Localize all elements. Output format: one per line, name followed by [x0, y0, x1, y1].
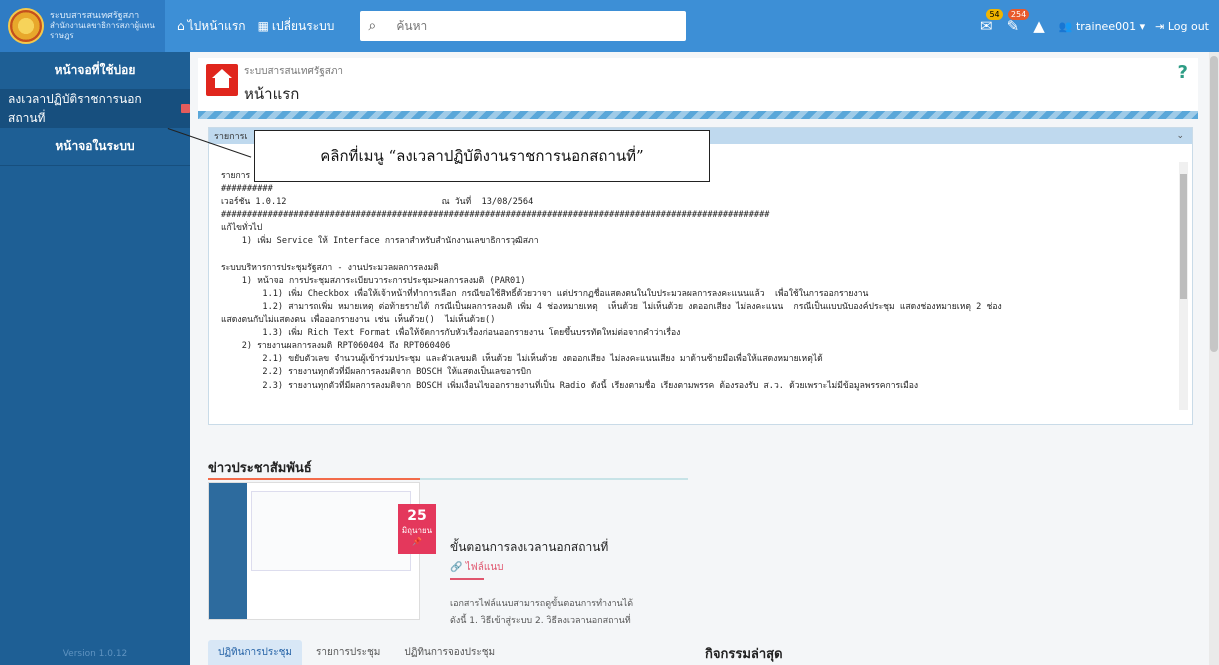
right-toolbar: ✉ 54 ✎ 254 ▲ 👥 trainee001 ▾ ⇥ Log out: [966, 9, 1219, 35]
news-date-day: 25: [407, 508, 427, 524]
home-nav-label: ไปหน้าแรก: [187, 18, 246, 33]
notes-scrollbar-thumb[interactable]: [1180, 174, 1187, 299]
attachment-label: ไฟล์แนบ: [465, 562, 504, 573]
switch-system-button[interactable]: ▦ เปลี่ยนระบบ: [258, 17, 335, 36]
notes-scrollbar[interactable]: [1179, 162, 1188, 410]
news-description: เอกสารไฟล์แนบสามารถดูขั้นตอนการทำงานได้ …: [450, 599, 634, 626]
news-date-badge: 25 มิถุนายน 📌: [398, 504, 436, 554]
search-input[interactable]: [396, 19, 677, 33]
user-name: trainee001 ▾: [1075, 19, 1146, 33]
news-card[interactable]: 25 มิถุนายน 📌 ขั้นตอนการลงเวลานอกสถานที่…: [208, 478, 688, 665]
paperclip-icon: 🔗: [450, 562, 463, 573]
tab-meeting-list[interactable]: รายการประชุม: [306, 640, 390, 665]
alert-button[interactable]: ▲: [1033, 17, 1045, 35]
page-title: หน้าแรก: [244, 85, 300, 103]
version-label: Version 1.0.12: [62, 649, 128, 659]
page-header: ระบบสารสนเทศรัฐสภา หน้าแรก ?: [198, 58, 1198, 113]
decorative-stripe: [198, 111, 1198, 119]
pin-icon: 📌: [412, 537, 422, 546]
news-date-month: มิถุนายน: [401, 526, 433, 535]
tab-meeting-calendar[interactable]: ปฏิทินการประชุม: [208, 640, 302, 665]
release-note-line: [221, 249, 1177, 262]
search-box: ⌕: [360, 11, 687, 41]
release-note-line: 1.1) เพิ่ม Checkbox เพื่อให้เจ้าหน้าที่ท…: [221, 288, 869, 299]
news-thumbnail[interactable]: [208, 482, 420, 620]
page-scrollbar[interactable]: [1209, 52, 1219, 665]
news-divider: [208, 478, 688, 480]
release-note-line: 1) เพิ่ม Service ให้ Interface การลาสำหร…: [221, 236, 539, 247]
sidebar-item-offsite-checkin[interactable]: ลงเวลาปฏิบัติราชการนอกสถานที่: [0, 90, 190, 128]
users-icon: 👥: [1058, 19, 1073, 33]
home-icon: [206, 64, 238, 96]
logout-icon: ⇥: [1155, 19, 1165, 33]
sidebar-item-frequent[interactable]: หน้าจอที่ใช้บ่อย: [0, 52, 190, 90]
grid-icon: ▦: [257, 19, 269, 33]
release-note-line: 1.3) เพิ่ม Rich Text Format เพื่อให้จัดก…: [221, 328, 681, 339]
warning-icon: ▲: [1033, 17, 1045, 35]
switch-system-label: เปลี่ยนระบบ: [271, 18, 335, 33]
release-note-line: 2.3) รายงานทุกตัวที่มีผลการลงมติจาก BOSC…: [221, 380, 919, 391]
sidebar-item-label: หน้าจอในระบบ: [55, 139, 135, 153]
task-count-badge: 254: [1007, 9, 1030, 20]
sidebar-item-label: ลงเวลาปฏิบัติราชการนอกสถานที่: [8, 91, 142, 125]
logo-subtitle: สำนักงานเลขาธิการสภาผู้แทนราษฎร: [50, 21, 155, 40]
release-note-line: ########################################…: [221, 210, 770, 221]
logo-title: ระบบสารสนเทศรัฐสภา: [50, 11, 140, 21]
chevron-down-icon[interactable]: ⌄: [1176, 131, 1184, 141]
home-icon: ⌂: [177, 19, 185, 33]
recent-activity-title: กิจกรรมล่าสุด: [705, 647, 783, 662]
logout-button[interactable]: ⇥ Log out: [1155, 20, 1209, 33]
remove-icon[interactable]: [180, 104, 190, 113]
tasks-button[interactable]: ✎ 254: [1007, 9, 1030, 35]
attachment-link[interactable]: 🔗 ไฟล์แนบ: [450, 560, 504, 575]
sidebar: หน้าจอที่ใช้บ่อย ลงเวลาปฏิบัติราชการนอกส…: [0, 52, 190, 665]
news-headline[interactable]: ขั้นตอนการลงเวลานอกสถานที่: [450, 538, 608, 557]
release-note-line: เวอร์ชัน 1.0.12 ณ วันที่ 13/08/2564: [221, 197, 534, 208]
top-navbar: ระบบสารสนเทศรัฐสภา สำนักงานเลขาธิการสภาผ…: [0, 0, 1219, 52]
mail-button[interactable]: ✉ 54: [980, 9, 1003, 35]
user-menu[interactable]: 👥 trainee001 ▾: [1059, 20, 1145, 33]
sidebar-item-label: หน้าจอที่ใช้บ่อย: [54, 63, 136, 77]
release-note-line: แก้ไขทั่วไป: [221, 223, 263, 234]
calendar-tabs: ปฏิทินการประชุม รายการประชุม ปฏิทินการจอ…: [208, 640, 509, 665]
release-note-line: 1) หน้าจอ การประชุมสภาระเบียบวาระการประช…: [221, 275, 526, 286]
tab-booking-calendar[interactable]: ปฏิทินการจองประชุม: [394, 640, 505, 665]
release-note-line: 1.2) สามารถเพิ่ม หมายเหตุ ต่อท้ายรายได้ …: [221, 301, 1002, 312]
page-scrollbar-thumb[interactable]: [1210, 56, 1218, 352]
panel-title: รายการเ: [214, 132, 248, 142]
parliament-seal-icon: [8, 8, 44, 44]
home-nav-button[interactable]: ⌂ ไปหน้าแรก: [177, 17, 246, 36]
release-note-line: ##########: [221, 184, 273, 195]
release-note-line: 2.1) ขยับตัวเลข จำนวนผู้เข้าร่วมประชุม แ…: [221, 354, 823, 365]
release-notes-text: รายการ ########## เวอร์ชัน 1.0.12 ณ วันที่…: [217, 158, 1177, 412]
news-section-title: ข่าวประชาสัมพันธ์: [208, 461, 312, 476]
sidebar-item-system-screens[interactable]: หน้าจอในระบบ: [0, 128, 190, 166]
release-note-line: 2) รายงานผลการลงมติ RPT060404 ถึง RPT060…: [221, 341, 451, 352]
help-icon[interactable]: ?: [1178, 62, 1188, 83]
system-name: ระบบสารสนเทศรัฐสภา: [244, 66, 344, 77]
release-note-line: ระบบบริหารการประชุมรัฐสภา - งานประมวลผลก…: [221, 262, 439, 273]
search-icon[interactable]: ⌕: [368, 18, 388, 34]
app-logo[interactable]: ระบบสารสนเทศรัฐสภา สำนักงานเลขาธิการสภาผ…: [0, 0, 165, 52]
release-note-line: 2.2) รายงานทุกตัวที่มีผลการลงมติจาก BOSC…: [221, 367, 532, 378]
logout-label: Log out: [1167, 19, 1209, 33]
release-note-line: แสดงตนกับไม่แสดงตน เพื่อออกรายงาน เช่น เ…: [221, 315, 496, 326]
instruction-callout: คลิกที่เมนู “ลงเวลาปฏิบัติงานราชการนอกสถ…: [254, 130, 710, 182]
mail-count-badge: 54: [986, 9, 1003, 20]
